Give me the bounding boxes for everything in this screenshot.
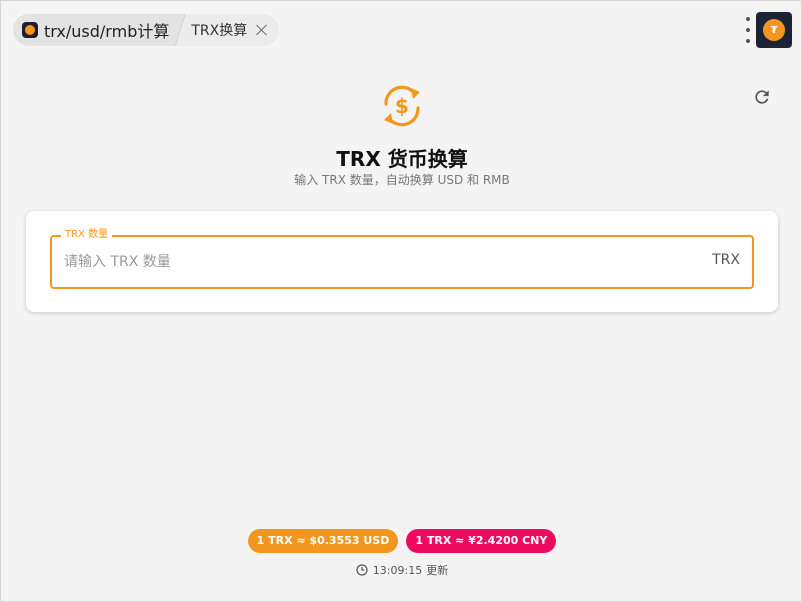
svg-text:$: $: [395, 94, 409, 118]
trx-amount-label: TRX 数量: [61, 228, 113, 242]
clock-icon: [356, 564, 368, 576]
input-card: TRX 数量 TRX: [26, 211, 778, 312]
tab-separator: [175, 14, 186, 46]
tab-trx-convert-label: TRX换算: [191, 23, 248, 39]
close-icon[interactable]: [255, 23, 269, 37]
update-time: 13:09:15: [372, 563, 423, 577]
tab-bar: trx/usd/rmb计算 TRX换算: [13, 13, 280, 47]
currency-exchange-icon: $: [384, 85, 420, 127]
usd-rate-badge: 1 TRX ≈ $0.3553 USD: [247, 529, 399, 553]
kebab-menu-icon[interactable]: [742, 17, 754, 43]
page-title: TRX 货币换算: [336, 147, 468, 171]
trx-amount-field: TRX 数量 TRX: [50, 228, 754, 289]
trx-coin-icon: [22, 22, 38, 38]
avatar[interactable]: ₮: [756, 12, 792, 48]
tab-app-label: trx/usd/rmb计算: [44, 22, 170, 41]
tab-trx-convert[interactable]: TRX换算: [185, 14, 280, 46]
page-subtitle: 输入 TRX 数量，自动换算 USD 和 RMB: [294, 173, 510, 187]
cny-rate-badge: 1 TRX ≈ ¥2.4200 CNY: [406, 529, 557, 553]
rate-chips: 1 TRX ≈ $0.3553 USD 1 TRX ≈ ¥2.4200 CNY: [1, 529, 802, 553]
update-label: 更新: [426, 564, 449, 577]
update-status: 13:09:15 更新: [1, 562, 802, 578]
trx-unit-suffix: TRX: [712, 252, 740, 268]
refresh-icon[interactable]: [752, 87, 772, 107]
trx-amount-input[interactable]: [64, 249, 664, 275]
tab-app[interactable]: trx/usd/rmb计算: [13, 14, 176, 46]
trx-coin-icon: ₮: [763, 19, 785, 41]
